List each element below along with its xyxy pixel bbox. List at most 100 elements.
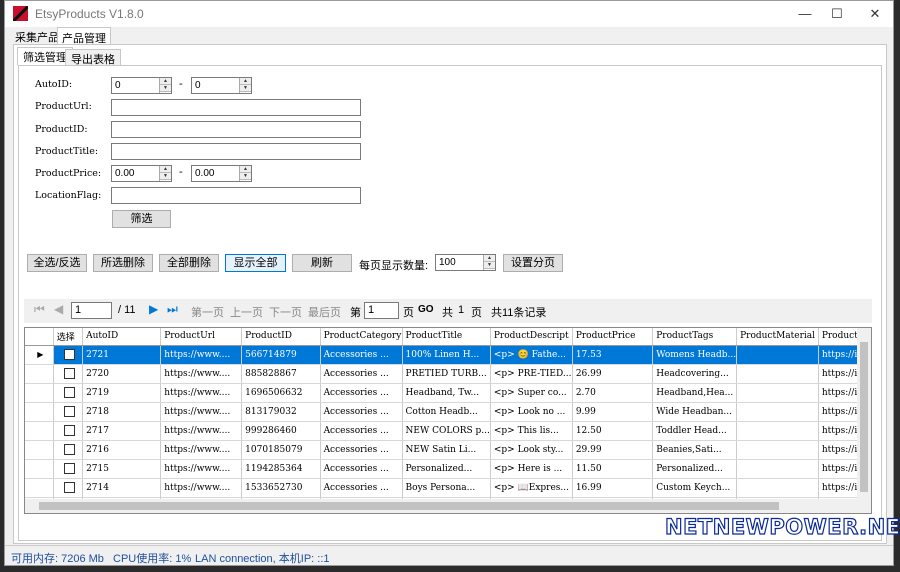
- column-header[interactable]: ProductUrl: [160, 328, 243, 346]
- first-page-link[interactable]: 第一页: [191, 304, 224, 320]
- table-cell[interactable]: 2721: [82, 345, 162, 365]
- row-header[interactable]: [25, 383, 54, 403]
- table-cell[interactable]: 2719: [82, 383, 162, 403]
- page-size-input[interactable]: 100 ▲ ▼: [435, 254, 496, 271]
- table-cell[interactable]: Personalized...: [402, 459, 491, 479]
- tab-collect-products[interactable]: 采集产品: [11, 27, 63, 45]
- column-header[interactable]: ProductMaterial: [736, 328, 819, 346]
- table-cell[interactable]: 2720: [82, 364, 162, 384]
- table-cell[interactable]: PRETIED TURB...: [402, 364, 491, 384]
- table-cell[interactable]: 29.99: [572, 440, 654, 460]
- table-cell[interactable]: 17.53: [572, 345, 654, 365]
- column-header[interactable]: ProductTags: [652, 328, 738, 346]
- table-cell[interactable]: Accessories ...: [320, 402, 403, 422]
- table-row[interactable]: 2720 https://www.... 885828867 Accessories …: [25, 364, 871, 384]
- price-from-spinner[interactable]: ▲ ▼: [159, 166, 171, 181]
- last-page-icon[interactable]: ⏭: [167, 302, 178, 317]
- last-page-link[interactable]: 最后页: [308, 304, 341, 320]
- table-cell[interactable]: Wide Headban...: [652, 402, 738, 422]
- table-cell[interactable]: 2715: [82, 459, 162, 479]
- row-header[interactable]: [25, 440, 54, 460]
- column-header[interactable]: ProductDescript: [490, 328, 573, 346]
- table-cell[interactable]: Beanies,Sati...: [652, 440, 738, 460]
- table-cell[interactable]: https://www....: [160, 364, 243, 384]
- table-cell[interactable]: Accessories ...: [320, 364, 403, 384]
- product-title-input[interactable]: [111, 143, 361, 160]
- row-header[interactable]: [25, 364, 54, 384]
- table-cell[interactable]: 999286460: [241, 421, 321, 441]
- table-cell[interactable]: Accessories ...: [320, 478, 403, 498]
- table-cell[interactable]: https://www....: [160, 345, 243, 365]
- table-cell[interactable]: 1696506632: [241, 383, 321, 403]
- table-cell[interactable]: https://www....: [160, 383, 243, 403]
- row-header[interactable]: [25, 421, 54, 441]
- product-url-input[interactable]: [111, 99, 361, 116]
- table-cell[interactable]: Accessories ...: [320, 421, 403, 441]
- select-cell[interactable]: [53, 421, 84, 441]
- table-row[interactable]: 2718 https://www.... 813179032 Accessories …: [25, 402, 871, 422]
- table-cell[interactable]: <p> Look no ...: [490, 402, 573, 422]
- column-header[interactable]: ProductID: [241, 328, 321, 346]
- location-flag-input[interactable]: [111, 187, 361, 204]
- table-cell[interactable]: Womens Headb...: [652, 345, 738, 365]
- vertical-scroll-thumb[interactable]: [860, 342, 868, 492]
- row-checkbox[interactable]: [63, 406, 75, 417]
- row-checkbox[interactable]: [63, 349, 75, 360]
- go-button[interactable]: GO: [418, 304, 434, 315]
- tab-export-table[interactable]: 导出表格: [65, 49, 121, 66]
- table-cell[interactable]: <p> Here is ...: [490, 459, 573, 479]
- table-row[interactable]: 2715 https://www.... 1194285364 Accessories…: [25, 459, 871, 479]
- table-cell[interactable]: Headcovering...: [652, 364, 738, 384]
- table-cell[interactable]: [736, 383, 819, 403]
- table-cell[interactable]: Headband, Tw...: [402, 383, 491, 403]
- column-header[interactable]: AutoID: [82, 328, 162, 346]
- first-page-icon[interactable]: ⏮: [34, 302, 45, 317]
- table-cell[interactable]: Custom Keych...: [652, 478, 738, 498]
- delete-all-button[interactable]: 全部删除: [159, 254, 219, 272]
- table-cell[interactable]: 100% Linen H...: [402, 345, 491, 365]
- delete-selected-button[interactable]: 所选删除: [93, 254, 153, 272]
- price-from-input[interactable]: 0.00 ▲ ▼: [111, 165, 172, 182]
- autoid-to-spinner[interactable]: ▲ ▼: [239, 78, 251, 93]
- column-header[interactable]: ProductCategory: [320, 328, 403, 346]
- row-checkbox[interactable]: [63, 444, 75, 455]
- select-cell[interactable]: [53, 383, 84, 403]
- tab-product-management[interactable]: 产品管理: [57, 27, 111, 45]
- column-header[interactable]: ProductTitle: [402, 328, 491, 346]
- table-cell[interactable]: 566714879: [241, 345, 321, 365]
- autoid-from-spinner[interactable]: ▲ ▼: [159, 78, 171, 93]
- table-cell[interactable]: 1194285364: [241, 459, 321, 479]
- table-cell[interactable]: <p> PRE-TIED...: [490, 364, 573, 384]
- table-cell[interactable]: 2718: [82, 402, 162, 422]
- table-cell[interactable]: https://www....: [160, 459, 243, 479]
- table-cell[interactable]: 16.99: [572, 478, 654, 498]
- table-cell[interactable]: Headband,Hea...: [652, 383, 738, 403]
- select-all-button[interactable]: 全选/反选: [27, 254, 87, 272]
- goto-page-input[interactable]: 1: [364, 302, 399, 319]
- price-to-input[interactable]: 0.00 ▲ ▼: [191, 165, 252, 182]
- table-cell[interactable]: 2717: [82, 421, 162, 441]
- show-all-button[interactable]: 显示全部: [225, 254, 286, 272]
- close-button[interactable]: ✕: [863, 4, 887, 24]
- row-checkbox[interactable]: [63, 368, 75, 379]
- row-header[interactable]: [25, 459, 54, 479]
- table-cell[interactable]: <p> Super co...: [490, 383, 573, 403]
- table-cell[interactable]: 9.99: [572, 402, 654, 422]
- row-header[interactable]: [25, 402, 54, 422]
- table-cell[interactable]: Accessories ...: [320, 440, 403, 460]
- table-cell[interactable]: 1070185079: [241, 440, 321, 460]
- table-cell[interactable]: https://www....: [160, 421, 243, 441]
- table-cell[interactable]: [736, 421, 819, 441]
- table-cell[interactable]: Accessories ...: [320, 383, 403, 403]
- table-cell[interactable]: NEW Satin Li...: [402, 440, 491, 460]
- refresh-button[interactable]: 刷新: [292, 254, 352, 272]
- next-page-link[interactable]: 下一页: [269, 304, 302, 320]
- table-cell[interactable]: <p> Look sty...: [490, 440, 573, 460]
- table-cell[interactable]: Accessories ...: [320, 459, 403, 479]
- next-page-icon[interactable]: ▶: [149, 302, 158, 316]
- prev-page-link[interactable]: 上一页: [230, 304, 263, 320]
- table-cell[interactable]: [736, 459, 819, 479]
- table-cell[interactable]: [736, 345, 819, 365]
- table-cell[interactable]: 12.50: [572, 421, 654, 441]
- table-cell[interactable]: [736, 478, 819, 498]
